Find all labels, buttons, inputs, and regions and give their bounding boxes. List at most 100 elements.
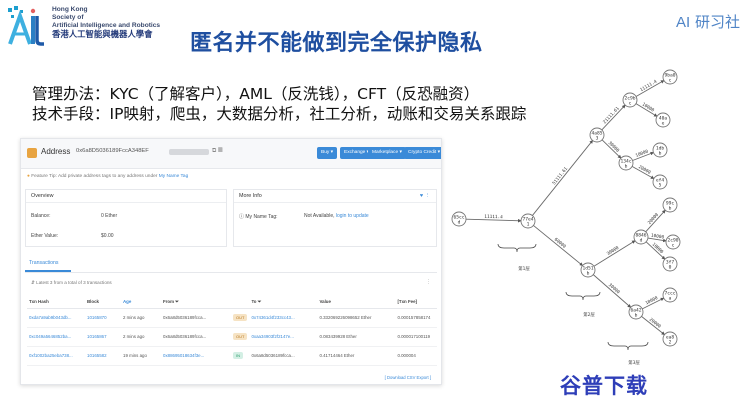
graph-node-sublabel: c bbox=[669, 79, 672, 84]
graph-edges: 11111.451111.616000021111.613000011111.4… bbox=[465, 79, 667, 336]
graph-node-sublabel: a bbox=[669, 297, 672, 302]
txn-fee: 0.000004 bbox=[395, 346, 437, 366]
level-brace bbox=[497, 243, 537, 253]
graph-node-sublabel: d bbox=[640, 238, 643, 244]
graph-node-sublabel: d bbox=[458, 220, 461, 226]
direction: IN bbox=[231, 346, 250, 366]
latest-transactions-text-value: Latest 3 from a total of 3 transactions bbox=[36, 280, 112, 285]
graph-node-sublabel: e bbox=[662, 122, 665, 127]
graph-edge-2 bbox=[533, 225, 584, 266]
society-logo bbox=[8, 6, 44, 46]
ether-value-label: Ether Value: bbox=[31, 233, 59, 239]
graph-node: 77e41 bbox=[520, 213, 536, 229]
graph-node-sublabel: b bbox=[587, 271, 590, 277]
direction-badge: IN bbox=[233, 352, 243, 359]
graph-node: 40ae bbox=[655, 112, 671, 128]
login-link[interactable]: login to update bbox=[336, 213, 369, 219]
block[interactable]: 10165870 bbox=[85, 308, 121, 328]
txn-fee: 0.000017100119 bbox=[395, 327, 437, 347]
address-header: Address 0x6a8D5036189FccA348EF ⧉ ▦ Buy ▾… bbox=[21, 139, 441, 169]
age: 19 mins ago bbox=[121, 346, 161, 366]
graph-edge-label: 10000 bbox=[641, 101, 656, 113]
graph-edge-label: 30000 bbox=[606, 245, 621, 257]
crypto-credit-button[interactable]: Crypto Credit ▾ bbox=[404, 147, 441, 159]
balance-value: 0 Ether bbox=[101, 213, 118, 219]
txn-hash[interactable]: 0xc049a5646852ba... bbox=[27, 327, 85, 347]
org-name-zh: 香港人工智能與機器人學會 bbox=[52, 29, 153, 40]
graph-edge-10 bbox=[592, 274, 632, 308]
graph-node: 9ba0c bbox=[662, 69, 678, 85]
more-info-title: More Info ♥ ⋮ bbox=[234, 190, 436, 203]
col-to-label: To bbox=[251, 299, 257, 305]
more-info-menu-icon[interactable]: ♥ ⋮ bbox=[420, 190, 430, 203]
graph-node-sublabel: 3 bbox=[596, 136, 599, 142]
graph-node: 99cb bbox=[662, 197, 678, 213]
value: 0.083439928 Ether bbox=[317, 327, 396, 347]
col-txn-fee[interactable]: [Txn Fee] bbox=[395, 296, 437, 309]
from: 0x6a8d5036189fcca... bbox=[161, 308, 231, 328]
to[interactable]: 0x74361d4f233cc43... bbox=[249, 308, 318, 328]
name-tag-value: Not Available, login to update bbox=[304, 213, 369, 219]
graph-node-sublabel: b bbox=[669, 206, 672, 212]
col-age[interactable]: Age bbox=[121, 296, 161, 309]
col-to: To ⏷ bbox=[249, 296, 318, 309]
copy-qr-icons[interactable]: ⧉ ▦ bbox=[212, 148, 223, 155]
graph-node: 4a853 bbox=[589, 127, 605, 143]
buy-button[interactable]: Buy ▾ bbox=[317, 147, 338, 159]
overview-title: Overview bbox=[26, 190, 226, 203]
filter-icon[interactable]: ⏷ bbox=[175, 299, 179, 304]
management-methods-line: 管理办法：KYC（了解客户），AML（反洗钱），CFT（反恐融资） bbox=[32, 85, 480, 103]
brand-cn: 研习社 bbox=[694, 13, 740, 31]
direction: OUT bbox=[231, 308, 250, 328]
address-label: Address bbox=[41, 147, 71, 156]
tip-bulb-icon: ● bbox=[27, 174, 30, 179]
graph-edge-label: 10000 bbox=[644, 295, 659, 306]
level-label: 第2层 bbox=[583, 311, 595, 318]
value: 0.41714464 Ether bbox=[317, 346, 396, 366]
graph-node-sublabel: b bbox=[625, 164, 628, 170]
tab-divider bbox=[25, 272, 437, 273]
watermark: 谷普下载 bbox=[560, 374, 648, 398]
name-tag-label-text: My Name Tag: bbox=[245, 214, 278, 220]
balance-label: Balance: bbox=[31, 213, 51, 219]
graph-edge-label: 20000 bbox=[637, 164, 652, 176]
graph-node-sublabel: c bbox=[629, 102, 632, 107]
address-hash: 0x6a8D5036189FccA348EF bbox=[76, 148, 149, 154]
org-name: Hong Kong Society of Artificial Intellig… bbox=[52, 6, 160, 40]
age: 2 mins ago bbox=[121, 308, 161, 328]
graph-node: 3f70 bbox=[662, 256, 678, 272]
more-info-title-text: More Info bbox=[239, 193, 262, 199]
more-info-panel: More Info ♥ ⋮ ⓘ My Name Tag: Not Availab… bbox=[233, 189, 437, 247]
block[interactable]: 10165582 bbox=[85, 346, 121, 366]
org-name-en-3: Artificial Intelligence and Robotics bbox=[52, 21, 161, 29]
options-menu-icon[interactable]: ⋮ bbox=[426, 279, 431, 285]
filter-icon[interactable]: ⏷ bbox=[258, 299, 262, 304]
graph-node: 1dbb bbox=[652, 142, 668, 158]
tab-transactions[interactable]: Transactions bbox=[29, 260, 59, 266]
marketplace-button[interactable]: Marketplace ▾ bbox=[368, 147, 406, 159]
to[interactable]: 0xaa34903f2f2147e... bbox=[249, 327, 318, 347]
download-csv-link[interactable]: [ Download CSV Export ] bbox=[385, 375, 431, 380]
graph-node-sublabel: b bbox=[659, 151, 662, 157]
name-tag-value-text: Not Available, bbox=[304, 213, 335, 219]
txn-hash[interactable]: 0xf1002ba25eba738... bbox=[27, 346, 85, 366]
tip-link[interactable]: My Name Tag bbox=[159, 174, 189, 179]
graph-node: 2c9bc bbox=[622, 92, 638, 108]
col-from: From ⏷ bbox=[161, 296, 231, 309]
level-brace bbox=[607, 341, 649, 351]
graph-node-sublabel: 2 bbox=[669, 340, 672, 346]
txn-hash[interactable]: 0xda7a9ab9b043db... bbox=[27, 308, 85, 328]
col-txn-hash: Txn Hash bbox=[27, 296, 85, 309]
txn-fee: 0.000157858174 bbox=[395, 308, 437, 328]
table-header-row: Txn Hash Block Age From ⏷ To ⏷ Value [Tx… bbox=[27, 296, 437, 309]
level-label: 第1层 bbox=[518, 265, 530, 272]
graph-edge-label: 21111.61 bbox=[602, 105, 621, 125]
tip-text: Add private address tags to any address … bbox=[57, 174, 158, 179]
graph-edge-label: 51111.61 bbox=[551, 166, 569, 187]
col-value: Value bbox=[317, 296, 396, 309]
age: 2 mins ago bbox=[121, 327, 161, 347]
from[interactable]: 0x88695018634f3e... bbox=[161, 346, 231, 366]
org-name-en-2: Society of bbox=[52, 13, 84, 21]
graph-edge-label: 11111.4 bbox=[484, 214, 503, 221]
block[interactable]: 10165867 bbox=[85, 327, 121, 347]
